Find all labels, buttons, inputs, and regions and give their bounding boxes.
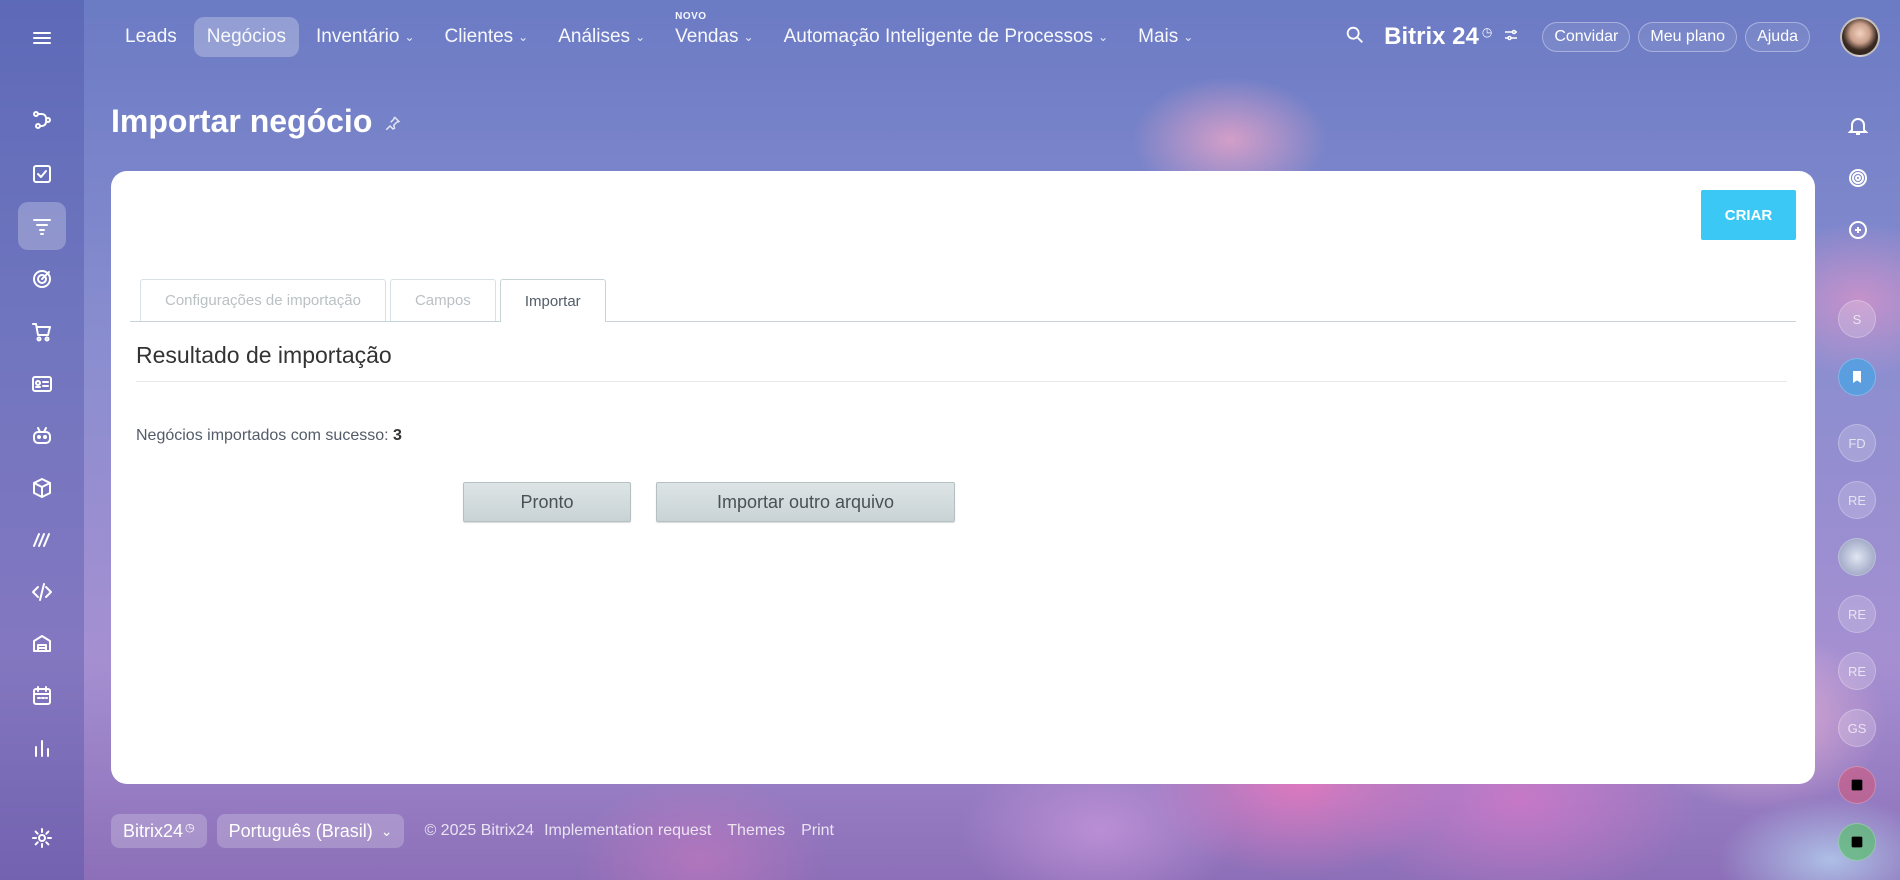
- nav-label: Leads: [125, 26, 177, 47]
- nav-inventario[interactable]: Inventário ⌄: [303, 17, 428, 57]
- brand-logo[interactable]: Bitrix 24 ◷: [1384, 23, 1492, 51]
- bookmark-icon[interactable]: [1838, 358, 1876, 396]
- page-title: Importar negócio: [111, 103, 402, 140]
- top-navigation-bar: Leads Negócios Inventário ⌄ Clientes ⌄ Aná…: [84, 0, 1900, 74]
- rail-avatar[interactable]: FD: [1838, 424, 1876, 462]
- tab-import-settings[interactable]: Configurações de importação: [140, 279, 386, 321]
- clock-icon: ◷: [1481, 25, 1493, 39]
- nav-label: Vendas: [675, 26, 739, 47]
- nav-mais[interactable]: Mais ⌄: [1125, 17, 1206, 57]
- header-actions: Bitrix 24 ◷ Convidar Meu plano Ajuda: [1344, 0, 1880, 74]
- crm-funnel-icon[interactable]: [18, 202, 66, 250]
- robot-avatar[interactable]: [1838, 538, 1876, 576]
- settings-icon[interactable]: [18, 814, 66, 862]
- pin-icon[interactable]: [384, 103, 402, 140]
- left-sidebar: [0, 0, 84, 880]
- nav-clientes[interactable]: Clientes ⌄: [432, 17, 542, 57]
- nav-label: Inventário: [316, 26, 400, 47]
- right-rail: S FD RE RE RE GS: [1816, 74, 1900, 880]
- nav-vendas[interactable]: NOVO Vendas ⌄: [662, 11, 766, 57]
- my-plan-button[interactable]: Meu plano: [1638, 22, 1738, 52]
- nav-label: Automação Inteligente de Processos: [783, 26, 1094, 47]
- checklist-icon[interactable]: [1838, 766, 1876, 804]
- divider: [136, 381, 1787, 382]
- chevron-down-icon: ⌄: [404, 30, 415, 44]
- clock-icon: ◷: [185, 821, 195, 834]
- nav-leads[interactable]: Leads: [112, 17, 190, 57]
- footer-brand-text: Bitrix24: [123, 820, 184, 841]
- import-summary: Negócios importados com sucesso: 3: [136, 427, 402, 445]
- nav-negocios[interactable]: Negócios: [193, 17, 299, 57]
- nav-label: Clientes: [444, 26, 514, 47]
- rail-avatar[interactable]: RE: [1838, 481, 1876, 519]
- tasks-icon[interactable]: [18, 150, 66, 198]
- chevron-down-icon: ⌄: [380, 822, 393, 839]
- brand-text: Bitrix 24: [1384, 23, 1479, 50]
- copyright: © 2025 Bitrix24: [424, 822, 535, 839]
- success-count: 3: [393, 427, 402, 444]
- menu-icon[interactable]: [18, 14, 66, 62]
- task-done-icon[interactable]: [1838, 823, 1876, 861]
- chevron-down-icon: ⌄: [743, 30, 754, 44]
- copilot-icon[interactable]: [1838, 158, 1878, 198]
- help-button[interactable]: Ajuda: [1745, 22, 1810, 52]
- sites-icon[interactable]: [18, 516, 66, 564]
- rail-avatar[interactable]: S: [1838, 300, 1876, 338]
- done-button[interactable]: Pronto: [463, 482, 631, 522]
- cart-icon[interactable]: [18, 308, 66, 356]
- import-tabs: Configurações de importação Campos Impor…: [130, 279, 1796, 322]
- nav-label: Análises: [558, 26, 631, 47]
- language-value: Português (Brasil): [228, 820, 373, 841]
- target-icon[interactable]: [18, 255, 66, 303]
- nav-label: Negócios: [206, 26, 286, 47]
- rail-avatar[interactable]: RE: [1838, 595, 1876, 633]
- box-icon[interactable]: [18, 464, 66, 512]
- flow-icon[interactable]: [18, 96, 66, 144]
- code-icon[interactable]: [18, 568, 66, 616]
- calendar-icon[interactable]: [18, 672, 66, 720]
- import-another-file-button[interactable]: Importar outro arquivo: [656, 482, 955, 522]
- tab-import[interactable]: Importar: [499, 279, 606, 322]
- nav-label: Mais: [1138, 26, 1179, 47]
- footer: Bitrix24 ◷ Português (Brasil) ⌄ © 2025 Bit…: [111, 814, 844, 848]
- analytics-icon[interactable]: [18, 724, 66, 772]
- contact-card-icon[interactable]: [18, 360, 66, 408]
- implementation-request-link[interactable]: Implementation request: [544, 822, 711, 840]
- chevron-down-icon: ⌄: [518, 30, 529, 44]
- nav-analises[interactable]: Análises ⌄: [545, 17, 658, 57]
- themes-link[interactable]: Themes: [727, 822, 785, 840]
- footer-brand-button[interactable]: Bitrix24 ◷: [111, 814, 207, 848]
- nav-automacao[interactable]: Automação Inteligente de Processos ⌄: [771, 17, 1122, 57]
- search-icon[interactable]: [1344, 24, 1366, 51]
- chevron-down-icon: ⌄: [635, 30, 646, 44]
- bell-icon[interactable]: [1838, 106, 1878, 146]
- rail-avatar[interactable]: GS: [1838, 709, 1876, 747]
- chat-search-icon[interactable]: [1838, 210, 1878, 250]
- user-avatar[interactable]: [1840, 17, 1880, 57]
- invite-button[interactable]: Convidar: [1542, 22, 1631, 52]
- store-icon[interactable]: [18, 620, 66, 668]
- robot-icon[interactable]: [18, 412, 66, 460]
- chevron-down-icon: ⌄: [1183, 30, 1194, 44]
- create-button[interactable]: CRIAR: [1701, 190, 1796, 240]
- print-link[interactable]: Print: [801, 822, 834, 840]
- rail-avatar[interactable]: RE: [1838, 652, 1876, 690]
- import-card: CRIAR Configurações de importação Campos…: [111, 171, 1815, 784]
- page-title-text: Importar negócio: [111, 103, 373, 139]
- success-label: Negócios importados com sucesso:: [136, 427, 393, 444]
- main-nav: Leads Negócios Inventário ⌄ Clientes ⌄ Aná…: [112, 11, 1210, 57]
- chevron-down-icon: ⌄: [1098, 30, 1109, 44]
- new-badge: NOVO: [675, 11, 707, 22]
- result-title: Resultado de importação: [136, 342, 392, 368]
- tab-fields[interactable]: Campos: [389, 279, 496, 321]
- sliders-icon[interactable]: [1502, 26, 1520, 49]
- language-select[interactable]: Português (Brasil) ⌄: [216, 814, 405, 848]
